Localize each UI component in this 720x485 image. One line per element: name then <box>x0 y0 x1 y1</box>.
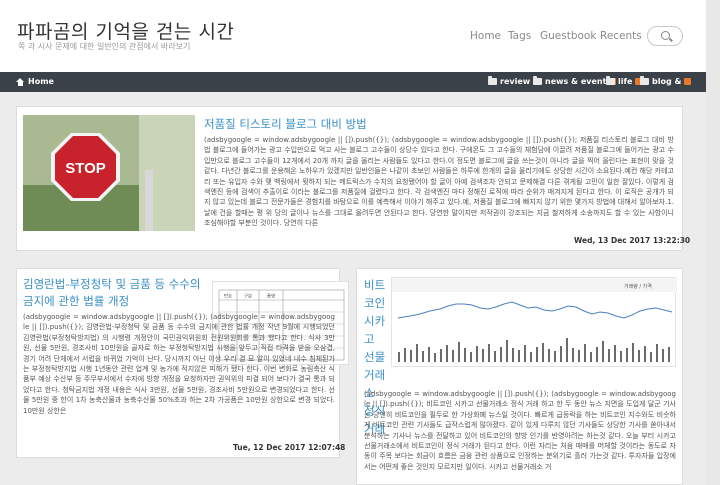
nav-recents-link[interactable]: Recents <box>600 30 642 42</box>
post-excerpt: (adsbygoogle = window.adsbygoogle || [])… <box>364 390 676 471</box>
site-header: 파파곰의 기억을 걷는 시간 쪽 과 시사 문제에 대한 일반인의 관점에서 바… <box>0 0 720 72</box>
post-thumbnail[interactable]: 거래량 / 가격 <box>391 277 677 367</box>
folder-icon <box>640 76 649 85</box>
post-thumbnail[interactable]: STOP <box>23 115 195 231</box>
post-excerpt: (adsbygoogle = window.adsbygoogle || [])… <box>23 313 335 415</box>
nav-guestbook-link[interactable]: Guestbook <box>540 30 596 42</box>
post-title[interactable]: 김영란법-부정청탁 및 금품 등 수수의 금지에 관한 법률 개정 <box>23 276 208 310</box>
home-icon <box>16 77 25 86</box>
stop-sign-text: STOP <box>65 160 106 177</box>
category-life[interactable]: life <box>606 76 643 86</box>
table-header-cell: 품명 <box>267 293 275 300</box>
category-home[interactable]: Home <box>16 77 54 86</box>
category-blog[interactable]: blog & <box>640 76 692 86</box>
price-graph-image: 거래량 / 가격 <box>392 278 677 362</box>
nav-tags-link[interactable]: Tags <box>508 30 531 42</box>
post-title[interactable]: 저품질 티스토리 블로그 대비 방법 <box>204 116 674 133</box>
table-header-cell: 번호 <box>224 293 232 300</box>
category-home-label: Home <box>28 77 54 86</box>
site-title[interactable]: 파파곰의 기억을 걷는 시간 <box>17 17 234 44</box>
category-label: news & event <box>545 77 607 86</box>
nav-home-link[interactable]: Home <box>470 30 501 42</box>
site-subtitle: 쪽 과 시사 문제에 대한 일반인의 관점에서 바라보기 <box>18 42 191 51</box>
folder-icon <box>488 76 497 85</box>
category-review[interactable]: review <box>488 76 531 86</box>
category-news-event[interactable]: news & event <box>533 76 617 86</box>
category-bar: Home review news & event life blog & <box>0 72 720 92</box>
category-label: blog & <box>652 77 682 86</box>
table-header-cell: 구분 <box>244 294 252 300</box>
stop-sign-image: STOP <box>23 115 195 231</box>
graph-legend: 거래량 / 가격 <box>624 283 652 290</box>
folder-icon <box>606 76 615 85</box>
category-label: life <box>618 77 633 86</box>
search-icon <box>661 31 670 40</box>
folder-icon <box>533 76 542 85</box>
post-date: Tue, 12 Dec 2017 12:07:48 <box>233 443 346 452</box>
search-input[interactable] <box>647 26 683 46</box>
category-label: review <box>500 77 531 86</box>
post-date: Wed, 13 Dec 2017 13:22:30 <box>574 236 691 245</box>
post-excerpt: (adsbygoogle = window.adsbygoogle || [])… <box>204 136 674 228</box>
rss-icon[interactable] <box>684 78 692 85</box>
page-scrollbar[interactable] <box>706 0 720 485</box>
